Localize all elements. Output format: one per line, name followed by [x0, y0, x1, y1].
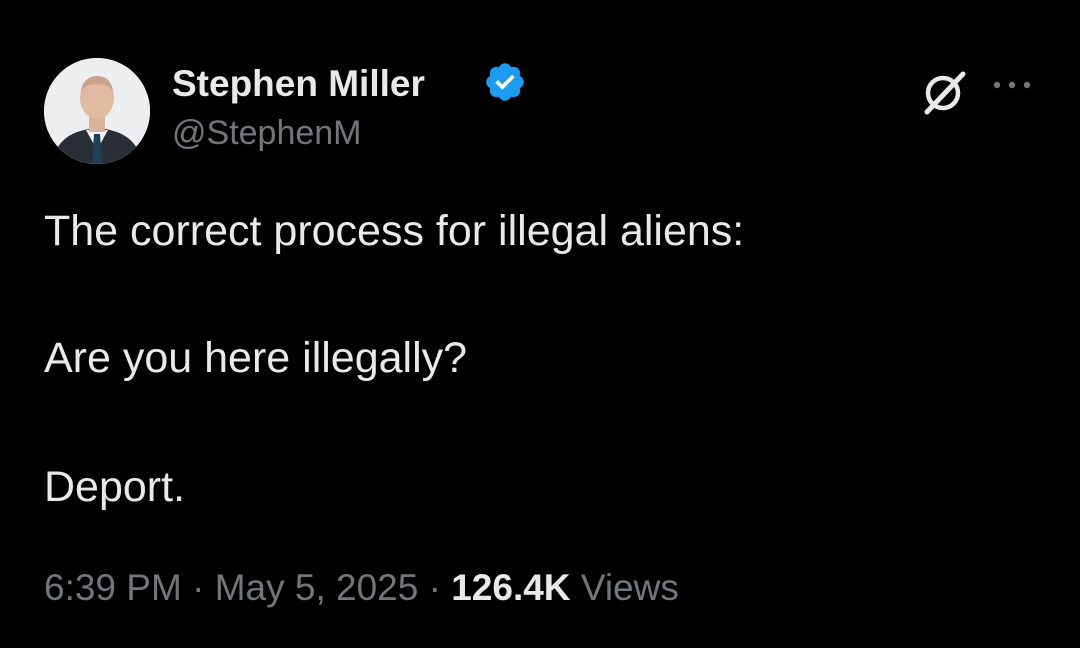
- verified-badge-icon[interactable]: [483, 60, 527, 104]
- author-name[interactable]: Stephen Miller: [172, 60, 425, 108]
- tweet-text-line: Are you here illegally?: [44, 334, 468, 382]
- tweet-card: Stephen Miller @StephenM The correct pro…: [0, 0, 1080, 648]
- tweet-text-line: The correct process for illegal aliens:: [44, 207, 745, 255]
- author-handle[interactable]: @StephenM: [172, 111, 362, 155]
- meta-separator: ·: [192, 567, 205, 608]
- views-label[interactable]: Views: [581, 567, 679, 608]
- tweet-time[interactable]: 6:39 PM: [44, 567, 182, 608]
- tweet-meta: 6:39 PM · May 5, 2025 · 126.4K Views: [44, 564, 679, 612]
- tweet-text-line: Deport.: [44, 463, 186, 511]
- more-options-icon[interactable]: [990, 70, 1034, 100]
- views-count[interactable]: 126.4K: [451, 567, 570, 608]
- meta-separator: ·: [428, 567, 441, 608]
- avatar-photo: [44, 58, 150, 164]
- avatar[interactable]: [44, 58, 150, 164]
- grok-icon[interactable]: [918, 66, 970, 118]
- tweet-date[interactable]: May 5, 2025: [215, 567, 419, 608]
